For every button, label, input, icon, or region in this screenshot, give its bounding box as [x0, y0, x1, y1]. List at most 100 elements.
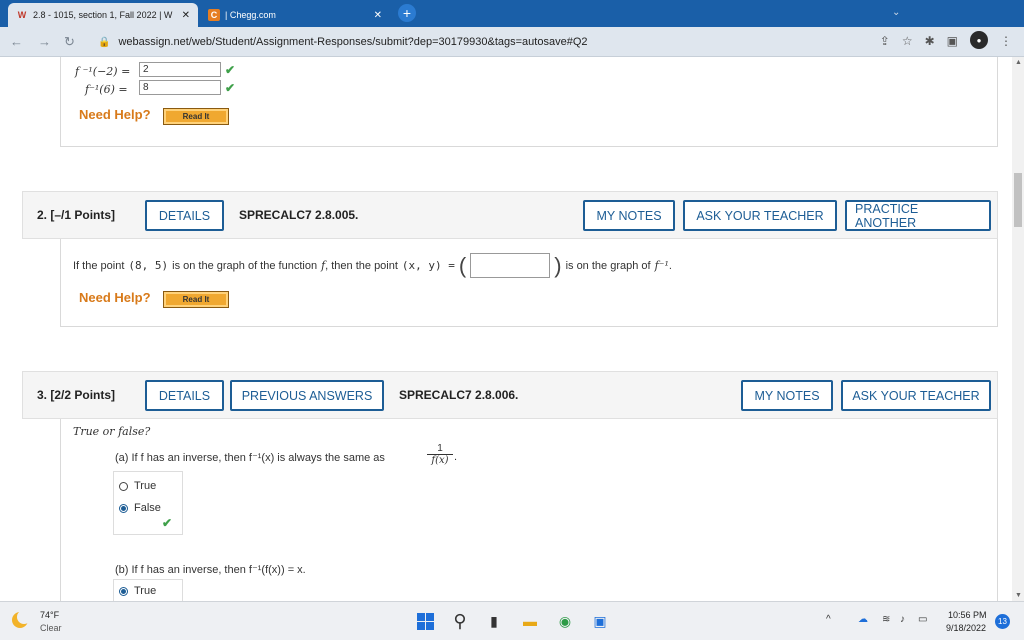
taskbar: 74°F Clear ⚲ ▮ ▬ ◉ ▣ ^ ☁ ≋ ♪ ▭ 10:56 PM … [0, 601, 1024, 640]
q2-point: (8, 5) [128, 259, 169, 272]
task-view-icon[interactable]: ▮ [484, 611, 504, 631]
tab-title: | Chegg.com [225, 10, 276, 20]
q3a-options: True False ✔ [113, 471, 183, 535]
question-1-body: f ⁻¹(−2) = 2 ✔ f⁻¹(6) = 8 ✔ Need Help? R… [60, 57, 998, 147]
clock-time[interactable]: 10:56 PM [948, 610, 987, 620]
weather-temp[interactable]: 74°F [40, 610, 59, 620]
tab-chegg[interactable]: C | Chegg.com ✕ [200, 3, 390, 27]
share-icon[interactable]: ⇪ [880, 34, 890, 49]
lock-icon: 🔒 [98, 36, 111, 48]
fraction: 1 f(x) [427, 443, 453, 466]
details-button[interactable]: DETAILS [145, 380, 224, 411]
question-2-header: 2. [–/1 Points] DETAILS SPRECALC7 2.8.00… [22, 191, 998, 239]
clock-date[interactable]: 9/18/2022 [946, 623, 986, 633]
radio-true[interactable] [119, 587, 128, 596]
check-icon: ✔ [162, 516, 173, 530]
tab-title: 2.8 - 1015, section 1, Fall 2022 | W [33, 10, 173, 20]
q3a-text: (a) If f has an inverse, then f⁻¹(x) is … [115, 452, 385, 464]
question-code: SPRECALC7 2.8.005. [239, 208, 359, 222]
option-label: True [134, 480, 157, 492]
q2-period: . [668, 259, 672, 272]
my-notes-button[interactable]: MY NOTES [583, 200, 675, 231]
moon-icon[interactable] [12, 610, 31, 628]
q1-label-1: f ⁻¹(−2) = [75, 65, 131, 78]
webassign-icon: W [17, 10, 27, 20]
tab-webassign[interactable]: W 2.8 - 1015, section 1, Fall 2022 | W ✕ [8, 3, 198, 27]
menu-icon[interactable]: ⋮ [1000, 34, 1012, 49]
scroll-thumb[interactable] [1014, 173, 1022, 227]
wifi-icon[interactable]: ≋ [882, 614, 890, 625]
battery-icon[interactable]: ▭ [918, 614, 927, 625]
question-code: SPRECALC7 2.8.006. [399, 388, 519, 402]
q2-text-part: , then the point [325, 259, 398, 272]
q1-label-2: f⁻¹(6) = [85, 83, 128, 96]
chrome-icon[interactable]: ◉ [555, 611, 575, 631]
need-help-label: Need Help? [79, 290, 151, 305]
search-icon[interactable]: ⚲ [450, 611, 470, 631]
close-icon[interactable]: ✕ [182, 10, 190, 21]
extensions-icon[interactable]: ✱ [925, 34, 935, 49]
check-icon: ✔ [225, 81, 236, 95]
read-it-button[interactable]: Read It [163, 291, 229, 308]
option-label: False [134, 502, 161, 514]
close-paren: ) [554, 252, 562, 278]
check-icon: ✔ [225, 63, 236, 77]
scroll-down-icon[interactable]: ▼ [1015, 592, 1022, 599]
question-number: 2. [–/1 Points] [37, 208, 116, 222]
sidebar-icon[interactable]: ▣ [947, 34, 958, 49]
my-notes-button[interactable]: MY NOTES [741, 380, 833, 411]
radio-false[interactable] [119, 504, 128, 513]
chevron-up-icon[interactable]: ^ [826, 614, 831, 625]
notification-badge[interactable]: 13 [995, 614, 1010, 629]
q3b-options: True [113, 579, 183, 601]
q3a-period: . [454, 451, 458, 463]
q1-answer-1[interactable]: 2 [139, 62, 221, 77]
reload-icon[interactable]: ↻ [64, 34, 75, 50]
question-number: 3. [2/2 Points] [37, 388, 116, 402]
q1-answer-2[interactable]: 8 [139, 80, 221, 95]
radio-true[interactable] [119, 482, 128, 491]
back-icon[interactable]: ← [10, 34, 23, 49]
q2-text: If the point (8, 5) is on the graph of t… [73, 253, 672, 278]
q2-text-part: is on the graph of the function [172, 259, 318, 272]
avatar[interactable]: ● [970, 31, 988, 49]
cloud-icon[interactable]: ☁ [858, 614, 868, 625]
file-explorer-icon[interactable]: ▬ [520, 611, 540, 631]
q2-xy: (x, y) = [401, 259, 455, 272]
q3b-text: (b) If f has an inverse, then f⁻¹(f(x)) … [115, 564, 306, 576]
question-3-body: True or false? (a) If f has an inverse, … [60, 419, 998, 601]
practice-another-button[interactable]: PRACTICE ANOTHER [845, 200, 991, 231]
fraction-denominator: f(x) [431, 455, 449, 466]
forward-icon[interactable]: → [38, 34, 51, 49]
q2-text-part: is on the graph of [565, 259, 651, 272]
q2-finv: f⁻¹ [654, 259, 669, 272]
q2-text-part: If the point [73, 259, 125, 272]
volume-icon[interactable]: ♪ [900, 614, 905, 625]
need-help-label: Need Help? [79, 107, 151, 122]
question-3-header: 3. [2/2 Points] DETAILS PREVIOUS ANSWERS… [22, 371, 998, 419]
scrollbar[interactable]: ▲ ▼ [1012, 57, 1024, 601]
read-it-button[interactable]: Read It [163, 108, 229, 125]
outlook-icon[interactable]: ▣ [590, 611, 610, 631]
option-label: True [134, 585, 157, 597]
q3-prompt: True or false? [73, 425, 151, 438]
chegg-icon: C [208, 9, 220, 21]
chevron-down-icon[interactable]: ⌄ [892, 7, 900, 18]
new-tab-button[interactable]: + [398, 4, 416, 22]
q2-answer-input[interactable] [470, 253, 551, 278]
ask-teacher-button[interactable]: ASK YOUR TEACHER [841, 380, 991, 411]
windows-start-icon[interactable] [415, 611, 435, 631]
browser-tab-bar: W 2.8 - 1015, section 1, Fall 2022 | W ✕… [0, 0, 1024, 27]
fraction-numerator: 1 [427, 443, 453, 455]
page-content: f ⁻¹(−2) = 2 ✔ f⁻¹(6) = 8 ✔ Need Help? R… [0, 57, 1012, 601]
ask-teacher-button[interactable]: ASK YOUR TEACHER [683, 200, 837, 231]
url-text: webassign.net/web/Student/Assignment-Res… [118, 36, 588, 48]
details-button[interactable]: DETAILS [145, 200, 224, 231]
star-icon[interactable]: ☆ [902, 34, 913, 49]
url-field[interactable]: 🔒 webassign.net/web/Student/Assignment-R… [88, 31, 1018, 53]
previous-answers-button[interactable]: PREVIOUS ANSWERS [230, 380, 384, 411]
close-icon[interactable]: ✕ [374, 10, 382, 21]
weather-condition[interactable]: Clear [40, 623, 62, 633]
scroll-up-icon[interactable]: ▲ [1015, 59, 1022, 66]
address-bar: ← → ↻ 🔒 webassign.net/web/Student/Assign… [0, 27, 1024, 57]
